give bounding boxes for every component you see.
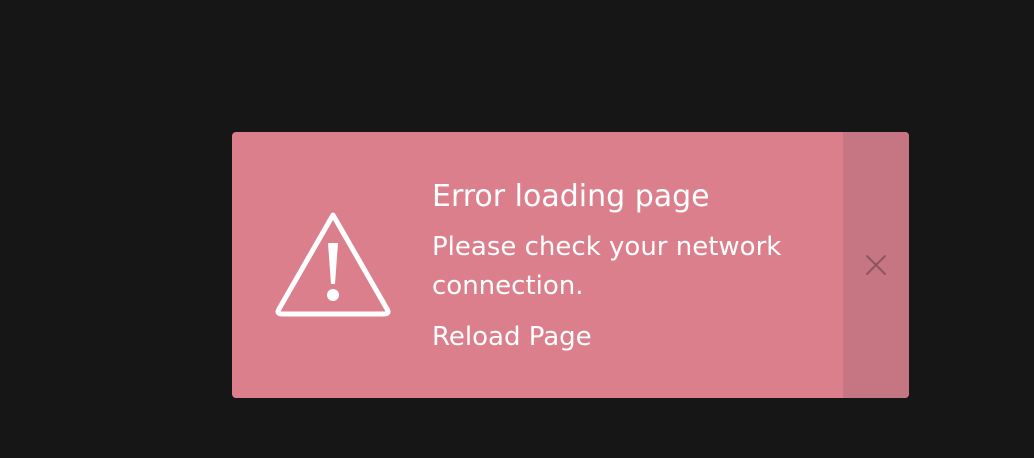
toast-message: Please check your network connection.: [432, 232, 782, 301]
toast-content: Error loading page Please check your net…: [432, 176, 822, 354]
close-icon: [866, 255, 886, 275]
reload-page-link[interactable]: Reload Page: [432, 320, 592, 354]
toast-title: Error loading page: [432, 179, 710, 214]
close-button[interactable]: [843, 132, 909, 398]
error-toast: Error loading page Please check your net…: [232, 132, 909, 398]
warning-triangle-icon: [275, 212, 391, 317]
page-background: Error loading page Please check your net…: [0, 0, 1034, 458]
toast-body: Error loading page Please check your net…: [232, 132, 843, 398]
